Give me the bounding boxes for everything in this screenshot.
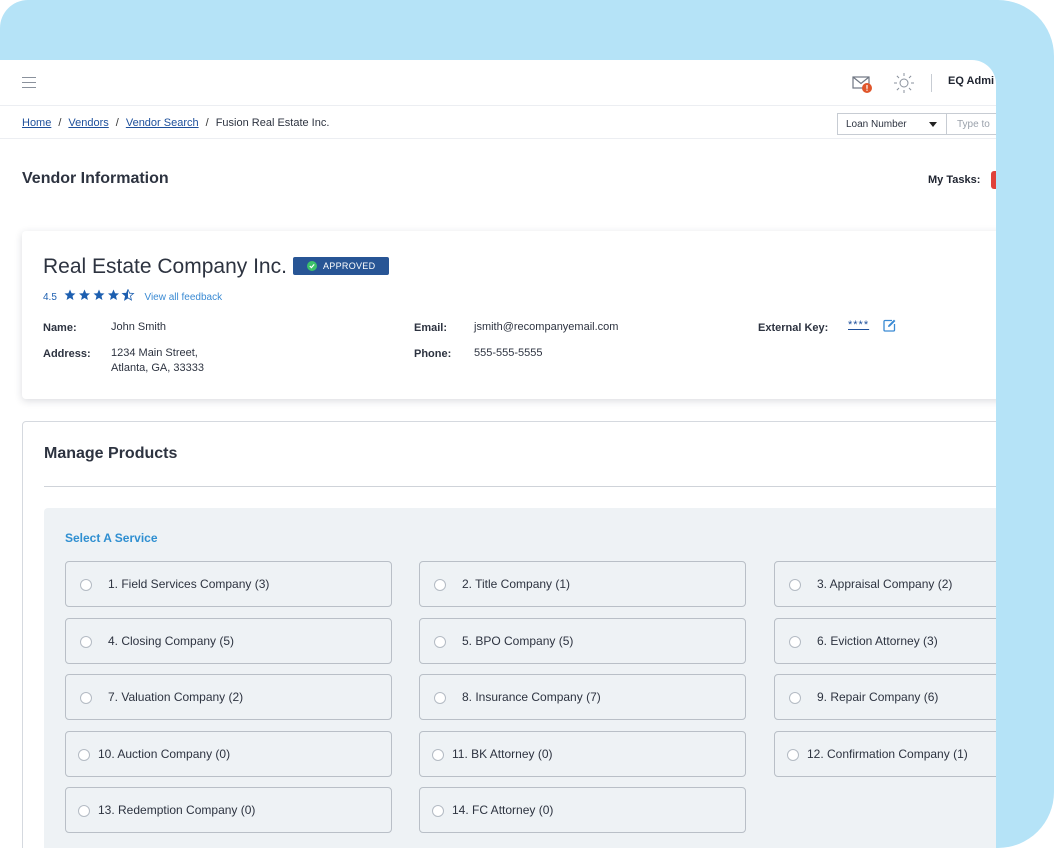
star-rating-icon [64,288,136,304]
service-label: 14. FC Attorney (0) [452,803,554,817]
address-line1: 1234 Main Street, [111,347,198,359]
service-label: 2. Title Company (1) [462,577,571,591]
breadcrumb-bar: Home / Vendors / Vendor Search / Fusion Real E… [0,106,996,139]
page-title: Vendor Information [22,170,169,187]
email-value: jsmith@recompanyemail.com [474,321,619,333]
vendor-card: Real Estate Company Inc. APPROVED 4.5 Vi… [22,231,996,399]
service-label: 4. Closing Company (5) [108,634,235,648]
header-divider [931,74,932,92]
service-option[interactable]: 9. Repair Company (6) [774,674,996,720]
service-option[interactable]: 6. Eviction Attorney (3) [774,618,996,664]
service-option[interactable]: 8. Insurance Company (7) [419,674,746,720]
service-label: 8. Insurance Company (7) [462,690,601,704]
breadcrumb-home[interactable]: Home [22,117,51,129]
phone-label: Phone: [414,348,452,360]
external-key-label: External Key: [758,322,829,334]
breadcrumb-separator: / [58,117,62,129]
name-value: John Smith [111,321,167,333]
service-label: 3. Appraisal Company (2) [817,577,953,591]
my-tasks-label[interactable]: My Tasks: [928,174,980,186]
radio-icon [80,579,92,591]
rating-value: 4.5 [43,292,57,304]
external-key-value[interactable]: **** [848,318,869,333]
service-selector: Select A Service 1. Field Services Compa… [44,508,996,848]
app-window: EQ Admi Home / Vendors / Vendor Search / Fusio… [0,60,996,848]
top-bar: EQ Admi [0,60,996,106]
service-option[interactable]: 3. Appraisal Company (2) [774,561,996,607]
service-option[interactable]: 12. Confirmation Company (1) [774,731,996,777]
radio-icon [432,749,444,761]
service-label: 7. Valuation Company (2) [108,690,244,704]
breadcrumb-vendor-search[interactable]: Vendor Search [126,117,199,129]
radio-icon [787,749,799,761]
radio-icon [78,805,90,817]
service-label: 12. Confirmation Company (1) [807,747,968,761]
manage-products-panel: Manage Products Select A Service 1. Fiel… [22,421,996,848]
service-option[interactable]: 1. Field Services Company (3) [65,561,392,607]
check-circle-icon [307,260,317,271]
search-type-value: Loan Number [846,119,907,130]
user-menu[interactable]: EQ Admi [948,75,994,87]
view-feedback-link[interactable]: View all feedback [144,292,222,303]
breadcrumb: Home / Vendors / Vendor Search / Fusion Real E… [22,117,329,129]
service-option[interactable]: 5. BPO Company (5) [419,618,746,664]
radio-icon [789,579,801,591]
radio-icon [80,636,92,648]
service-label: 13. Redemption Company (0) [98,803,256,817]
products-divider [44,486,996,487]
service-label: 10. Auction Company (0) [98,747,231,761]
service-label: 5. BPO Company (5) [462,634,574,648]
service-option[interactable]: 11. BK Attorney (0) [419,731,746,777]
company-name: Real Estate Company Inc. [43,255,287,278]
breadcrumb-separator: / [205,117,209,129]
breadcrumb-separator: / [115,117,119,129]
radio-icon [80,692,92,704]
address-line2: Atlanta, GA, 33333 [111,362,204,374]
radio-icon [789,636,801,648]
phone-value: 555-555-5555 [474,347,543,359]
radio-icon [432,805,444,817]
search-type-select[interactable]: Loan Number [837,113,947,135]
task-count-badge[interactable] [991,171,996,189]
service-label: 11. BK Attorney (0) [452,747,553,761]
radio-icon [434,636,446,648]
rating: 4.5 View all feedback [43,288,222,305]
edit-icon[interactable] [883,319,896,332]
service-label: 6. Eviction Attorney (3) [817,634,938,648]
radio-icon [789,692,801,704]
service-option[interactable]: 2. Title Company (1) [419,561,746,607]
theme-sun-icon[interactable] [893,72,915,94]
radio-icon [434,579,446,591]
breadcrumb-vendors[interactable]: Vendors [68,117,108,129]
address-label: Address: [43,348,91,360]
service-option[interactable]: 7. Valuation Company (2) [65,674,392,720]
radio-icon [78,749,90,761]
products-title: Manage Products [44,445,178,462]
radio-icon [434,692,446,704]
service-option[interactable]: 4. Closing Company (5) [65,618,392,664]
caret-down-icon [929,122,937,127]
service-heading: Select A Service [65,531,158,545]
status-text: APPROVED [323,261,376,271]
search-input[interactable] [946,113,996,135]
status-badge: APPROVED [293,257,390,275]
service-option[interactable]: 14. FC Attorney (0) [419,787,746,833]
service-option[interactable]: 13. Redemption Company (0) [65,787,392,833]
service-label: 1. Field Services Company (3) [108,577,270,591]
service-label: 9. Repair Company (6) [817,690,939,704]
email-label: Email: [414,322,448,334]
name-label: Name: [43,322,77,334]
mail-notification-icon[interactable] [852,74,874,94]
breadcrumb-current: Fusion Real Estate Inc. [215,117,330,129]
menu-icon[interactable] [22,77,36,88]
service-option[interactable]: 10. Auction Company (0) [65,731,392,777]
